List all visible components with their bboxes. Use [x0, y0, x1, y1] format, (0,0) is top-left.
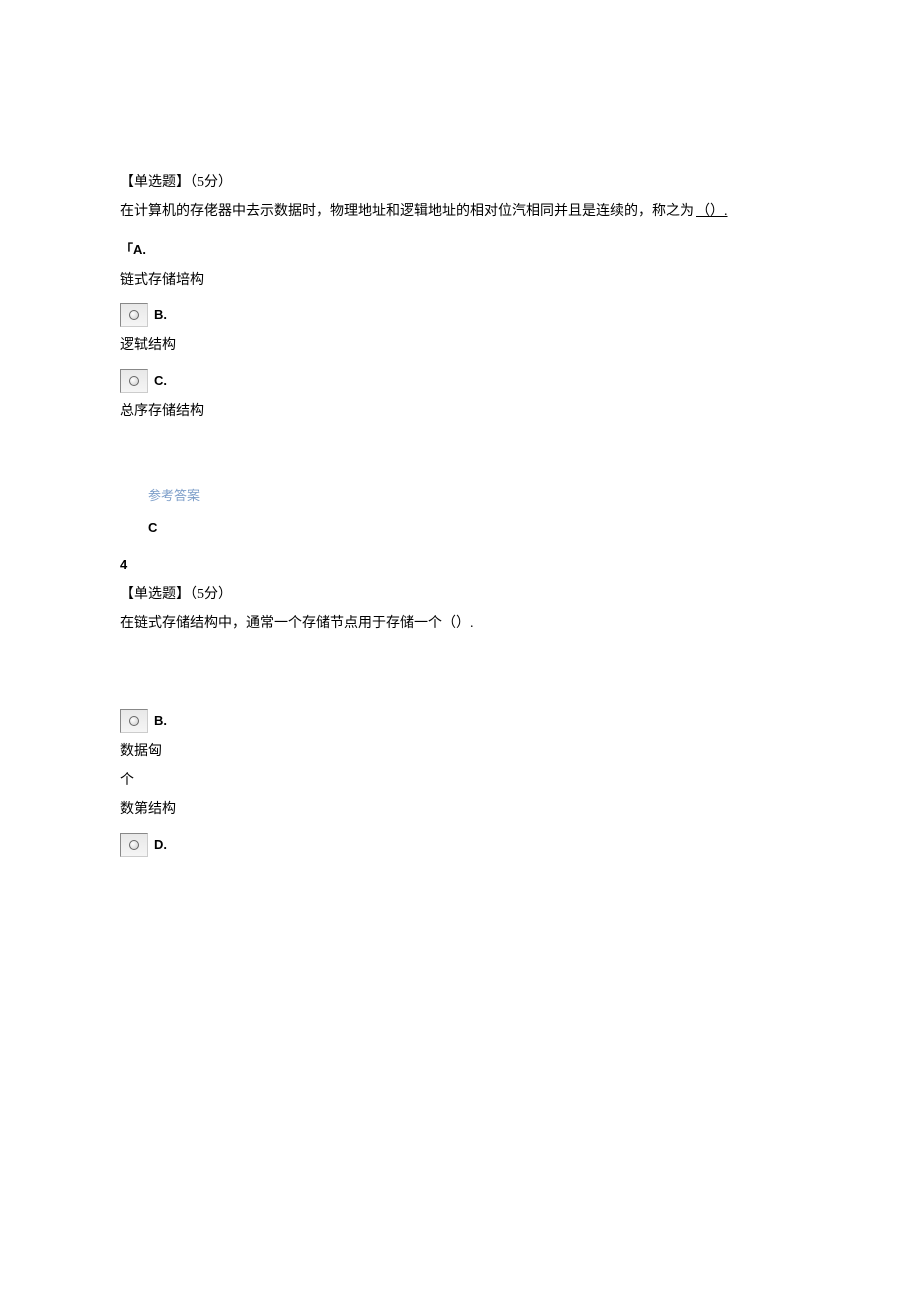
- option-b-text-line2: 个: [120, 768, 800, 793]
- question-text: 在计算机的存佬器中去示数据时，物理地址和逻辑地址的相对位汽相同并且是连续的，称之…: [120, 199, 800, 224]
- option-a-text: 链式存储培构: [120, 268, 800, 293]
- option-d-row[interactable]: D.: [120, 833, 800, 857]
- option-b-row[interactable]: B.: [120, 709, 800, 733]
- question-number: 4: [120, 553, 800, 576]
- radio-icon[interactable]: [120, 369, 148, 393]
- option-c-text: 总序存储结构: [120, 399, 800, 424]
- option-d-label: D.: [154, 833, 167, 857]
- option-b-row[interactable]: B.: [120, 303, 800, 327]
- option-b-text: 逻轼结构: [120, 333, 800, 358]
- question-text-prefix: 在计算机的存佬器中去示数据时，物理地址和逻辑地址的相对位汽相同并且是连续的，称之…: [120, 204, 694, 219]
- question-type-header: 【单选题】（5分）: [120, 170, 800, 195]
- answer-label: 参考答案: [148, 484, 800, 507]
- option-b-text-line1: 数据匈: [120, 739, 800, 764]
- option-c-row[interactable]: C.: [120, 369, 800, 393]
- question-text: 在链式存储结构中，通常一个存储节点用于存储一个（）.: [120, 611, 800, 636]
- question-blank: （）.: [694, 204, 730, 219]
- option-b-text-line3: 数第结构: [120, 797, 800, 822]
- option-c-label: C.: [154, 369, 167, 393]
- radio-icon[interactable]: [120, 709, 148, 733]
- option-a-label: 「A.: [120, 238, 800, 261]
- question-type-header: 【单选题】（5分）: [120, 582, 800, 607]
- radio-icon[interactable]: [120, 833, 148, 857]
- question-block: 4 【单选题】（5分） 在链式存储结构中，通常一个存储节点用于存储一个（）. B…: [120, 553, 800, 857]
- question-block: 【单选题】（5分） 在计算机的存佬器中去示数据时，物理地址和逻辑地址的相对位汽相…: [120, 170, 800, 539]
- option-b-label: B.: [154, 709, 167, 733]
- option-b-label: B.: [154, 303, 167, 327]
- answer-value: C: [148, 516, 800, 539]
- radio-icon[interactable]: [120, 303, 148, 327]
